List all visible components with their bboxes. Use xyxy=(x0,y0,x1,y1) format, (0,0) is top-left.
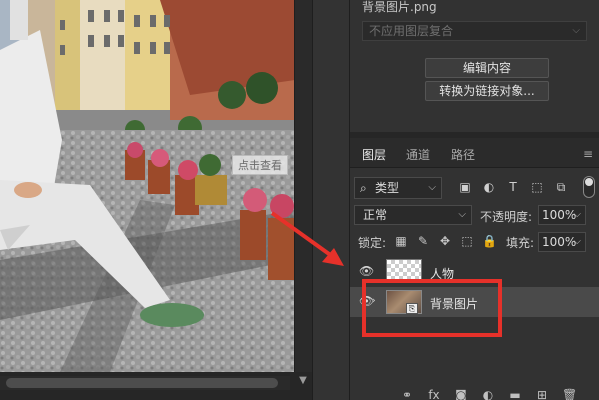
filter-adjustment-layers-icon[interactable]: ◐ xyxy=(482,180,496,194)
fill-label: 填充: xyxy=(506,236,535,250)
blend-mode-select[interactable]: 正常 ⌵ xyxy=(354,205,472,225)
chevron-down-icon: ⌵ xyxy=(458,209,466,220)
panel-splitter xyxy=(312,0,350,400)
highlight-box xyxy=(362,279,502,337)
opacity-field[interactable]: 100% ⌵ xyxy=(538,205,586,225)
opacity-value: 100% xyxy=(542,208,577,222)
toggle-knob xyxy=(585,178,593,186)
adjustment-layer-icon[interactable]: ◐ xyxy=(481,388,495,400)
chevron-down-icon: ⌵ xyxy=(573,209,581,220)
filter-shape-layers-icon[interactable]: ⬚ xyxy=(530,180,544,194)
layer-comp-select[interactable]: 不应用图层复合 ⌵ xyxy=(362,21,587,41)
blend-mode-value: 正常 xyxy=(363,208,388,222)
panel-menu-icon[interactable]: ≡ xyxy=(583,147,593,161)
properties-panel: 背景图片.png 不应用图层复合 ⌵ 编辑内容 转换为链接对象... xyxy=(350,0,599,132)
filter-toggle-switch[interactable] xyxy=(583,176,595,198)
search-icon: ⌕ xyxy=(360,181,367,195)
filter-type-layers-icon[interactable]: T xyxy=(506,180,520,194)
fill-field[interactable]: 100% ⌵ xyxy=(538,232,586,252)
lock-label: 锁定: xyxy=(358,236,387,250)
filter-smart-objects-icon[interactable]: ⧉ xyxy=(554,180,568,194)
chevron-down-icon: ⌵ xyxy=(573,236,581,247)
tab-layers[interactable]: 图层 xyxy=(362,146,386,163)
layer-comp-select-label: 不应用图层复合 xyxy=(369,24,454,38)
new-group-icon[interactable]: ▬ xyxy=(508,388,522,400)
fill-value: 100% xyxy=(542,235,577,249)
lock-position-icon[interactable]: ✥ xyxy=(438,234,452,248)
lock-transparent-pixels-icon[interactable]: ▦ xyxy=(394,234,408,248)
lock-image-pixels-icon[interactable]: ✎ xyxy=(416,234,430,248)
canvas-overlay-label: 点击查看 xyxy=(232,155,288,175)
filter-pixel-layers-icon[interactable]: ▣ xyxy=(458,180,472,194)
canvas-photo xyxy=(0,0,295,372)
chevron-down-icon: ⌵ xyxy=(572,25,580,36)
convert-to-linked-button[interactable]: 转换为链接对象... xyxy=(425,81,549,101)
document-canvas[interactable]: 点击查看 xyxy=(0,0,295,372)
canvas-horizontal-scroll-thumb[interactable] xyxy=(6,378,278,388)
layer-filter-label: 类型 xyxy=(375,181,400,195)
canvas-vertical-scrollbar[interactable] xyxy=(294,0,312,372)
opacity-label: 不透明度: xyxy=(480,210,533,224)
chevron-down-icon: ⌵ xyxy=(428,182,436,193)
layer-filter-select[interactable]: ⌕ 类型 ⌵ xyxy=(354,177,442,199)
new-layer-icon[interactable]: ⊞ xyxy=(535,388,549,400)
layers-bottom-toolbar: ⚭ fx ◙ ◐ ▬ ⊞ 🗑 xyxy=(350,388,599,400)
eye-icon[interactable]: 👁 xyxy=(359,265,374,277)
properties-file-title: 背景图片.png xyxy=(362,0,437,14)
lock-all-icon[interactable]: 🔒 xyxy=(482,234,497,248)
layers-panel-tabs: 图层 通道 路径 ≡ xyxy=(350,138,599,168)
trash-icon[interactable]: 🗑 xyxy=(562,388,577,400)
link-layers-icon[interactable]: ⚭ xyxy=(400,388,414,400)
layers-panel: 图层 通道 路径 ≡ ⌕ 类型 ⌵ ▣ ◐ T ⬚ ⧉ 正常 ⌵ 不透明度: 1… xyxy=(350,138,599,400)
edit-contents-button[interactable]: 编辑内容 xyxy=(425,58,549,78)
tab-channels[interactable]: 通道 xyxy=(406,146,430,163)
fx-icon[interactable]: fx xyxy=(427,388,441,400)
lock-artboard-icon[interactable]: ⬚ xyxy=(460,234,474,248)
add-mask-icon[interactable]: ◙ xyxy=(454,388,468,400)
scroll-down-icon[interactable]: ▼ xyxy=(297,374,309,388)
tab-paths[interactable]: 路径 xyxy=(451,146,475,163)
